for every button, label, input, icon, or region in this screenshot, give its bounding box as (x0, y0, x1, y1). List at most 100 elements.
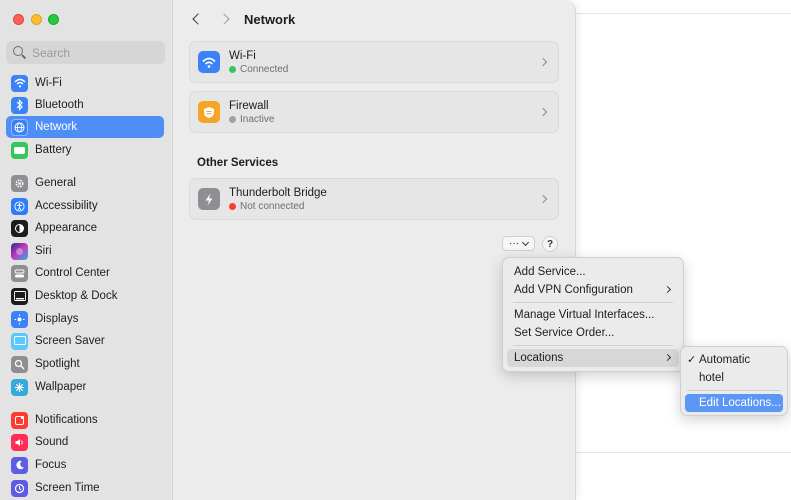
sidebar-item-label: Appearance (35, 222, 98, 234)
background-window (560, 0, 791, 500)
chevron-right-icon (218, 13, 230, 25)
control-center-icon (11, 264, 28, 282)
submenu-item-automatic[interactable]: ✓ Automatic (685, 351, 783, 369)
sidebar-item-screen-time[interactable]: Screen Time (6, 477, 164, 499)
divider (576, 13, 791, 14)
wifi-icon (198, 51, 220, 73)
sidebar-item-battery[interactable]: Battery (6, 139, 164, 161)
sidebar-item-accessibility[interactable]: Accessibility (6, 195, 164, 217)
more-actions-button[interactable]: ··· (502, 236, 535, 251)
menu-separator (513, 345, 673, 346)
menu-item-locations[interactable]: Locations (507, 349, 679, 367)
siri-icon (11, 242, 28, 260)
screen-time-icon (11, 479, 28, 497)
sidebar-item-label: Accessibility (35, 200, 98, 212)
sidebar-item-siri[interactable]: Siri (6, 240, 164, 262)
service-status: Inactive (240, 113, 275, 125)
sidebar-item-focus[interactable]: Focus (6, 454, 164, 476)
sidebar-item-label: Network (35, 121, 78, 133)
sidebar-item-label: Spotlight (35, 358, 80, 370)
sidebar-item-label: Desktop & Dock (35, 290, 118, 302)
displays-icon (11, 310, 28, 328)
submenu-item-label: hotel (699, 372, 724, 384)
chevron-right-icon (538, 194, 548, 204)
search-input[interactable] (32, 45, 152, 60)
menu-item-label: Manage Virtual Interfaces... (514, 309, 655, 321)
ellipsis-icon: ··· (509, 238, 519, 249)
menu-separator (513, 302, 673, 303)
dock-icon (11, 287, 28, 305)
sidebar-item-network[interactable]: Network (6, 116, 164, 138)
sidebar-item-general[interactable]: General (6, 172, 164, 194)
sidebar-item-sound[interactable]: Sound (6, 431, 164, 453)
zoom-window-button[interactable] (48, 14, 59, 25)
minimize-window-button[interactable] (31, 14, 42, 25)
menu-item-label: Add VPN Configuration (514, 284, 633, 296)
chevron-down-icon (521, 238, 530, 246)
status-dot (229, 65, 236, 73)
submenu-item-hotel[interactable]: hotel (685, 369, 783, 387)
sidebar-item-displays[interactable]: Displays (6, 308, 164, 330)
sidebar-item-label: Control Center (35, 267, 110, 279)
sidebar-item-label: Focus (35, 459, 67, 471)
sidebar-item-spotlight[interactable]: Spotlight (6, 353, 164, 375)
menu-item-label: Locations (514, 352, 564, 364)
chevron-right-icon (538, 107, 548, 117)
wifi-icon (11, 74, 28, 92)
close-window-button[interactable] (13, 14, 24, 25)
sidebar-item-bluetooth[interactable]: Bluetooth (6, 94, 164, 116)
sidebar-item-label: Screen Time (35, 482, 100, 494)
checkmark-icon: ✓ (687, 354, 697, 366)
back-button[interactable] (189, 11, 205, 27)
menu-item-label: Add Service... (514, 266, 586, 278)
sidebar-item-desktop-dock[interactable]: Desktop & Dock (6, 285, 164, 307)
sidebar-item-notifications[interactable]: Notifications (6, 409, 164, 431)
gear-icon (11, 174, 28, 192)
service-name: Thunderbolt Bridge (229, 186, 327, 199)
status-dot (229, 202, 236, 210)
chevron-right-icon (663, 353, 672, 362)
actions-menu: Add Service... Add VPN Configuration Man… (502, 257, 684, 372)
sidebar-item-label: Battery (35, 144, 72, 156)
submenu-item-edit-locations[interactable]: Edit Locations... (685, 394, 783, 412)
appearance-icon (11, 219, 28, 237)
locations-submenu: ✓ Automatic hotel Edit Locations... (680, 346, 788, 416)
sidebar-item-label: Wallpaper (35, 381, 87, 393)
sidebar-item-label: Screen Saver (35, 335, 105, 347)
bluetooth-icon (11, 96, 28, 114)
wallpaper-icon (11, 378, 28, 396)
sidebar-item-control-center[interactable]: Control Center (6, 262, 164, 284)
service-row-thunderbolt-bridge[interactable]: Thunderbolt Bridge Not connected (189, 178, 559, 220)
menu-item-label: Set Service Order... (514, 327, 615, 339)
chevron-left-icon (192, 13, 204, 25)
notifications-icon (11, 411, 28, 429)
status-dot (229, 115, 236, 123)
menu-item-set-service-order[interactable]: Set Service Order... (507, 324, 679, 342)
sidebar-item-wifi[interactable]: Wi-Fi (6, 72, 164, 94)
menu-item-manage-virtual-interfaces[interactable]: Manage Virtual Interfaces... (507, 306, 679, 324)
search-field[interactable] (6, 41, 165, 64)
sidebar-item-label: Siri (35, 245, 52, 257)
settings-window: Wi-Fi Bluetooth Network Battery General (0, 0, 576, 500)
chevron-right-icon (538, 57, 548, 67)
accessibility-icon (11, 197, 28, 215)
sidebar-item-appearance[interactable]: Appearance (6, 217, 164, 239)
globe-icon (11, 118, 28, 136)
sidebar-item-screen-saver[interactable]: Screen Saver (6, 330, 164, 352)
menu-item-add-service[interactable]: Add Service... (507, 263, 679, 281)
service-row-wifi[interactable]: Wi-Fi Connected (189, 41, 559, 83)
submenu-item-label: Edit Locations... (699, 397, 781, 409)
sidebar-item-wallpaper[interactable]: Wallpaper (6, 376, 164, 398)
service-status: Connected (240, 63, 289, 75)
service-status: Not connected (240, 200, 305, 212)
forward-button[interactable] (218, 11, 235, 27)
sidebar-item-label: Bluetooth (35, 99, 84, 111)
service-row-firewall[interactable]: Firewall Inactive (189, 91, 559, 133)
search-icon (12, 45, 28, 61)
service-name: Firewall (229, 99, 269, 112)
menu-item-add-vpn-configuration[interactable]: Add VPN Configuration (507, 281, 679, 299)
divider (576, 452, 791, 453)
help-button[interactable]: ? (542, 236, 558, 252)
main-content: Network Wi-Fi Connected Firewall Inactiv… (173, 0, 575, 500)
screen-saver-icon (11, 332, 28, 350)
